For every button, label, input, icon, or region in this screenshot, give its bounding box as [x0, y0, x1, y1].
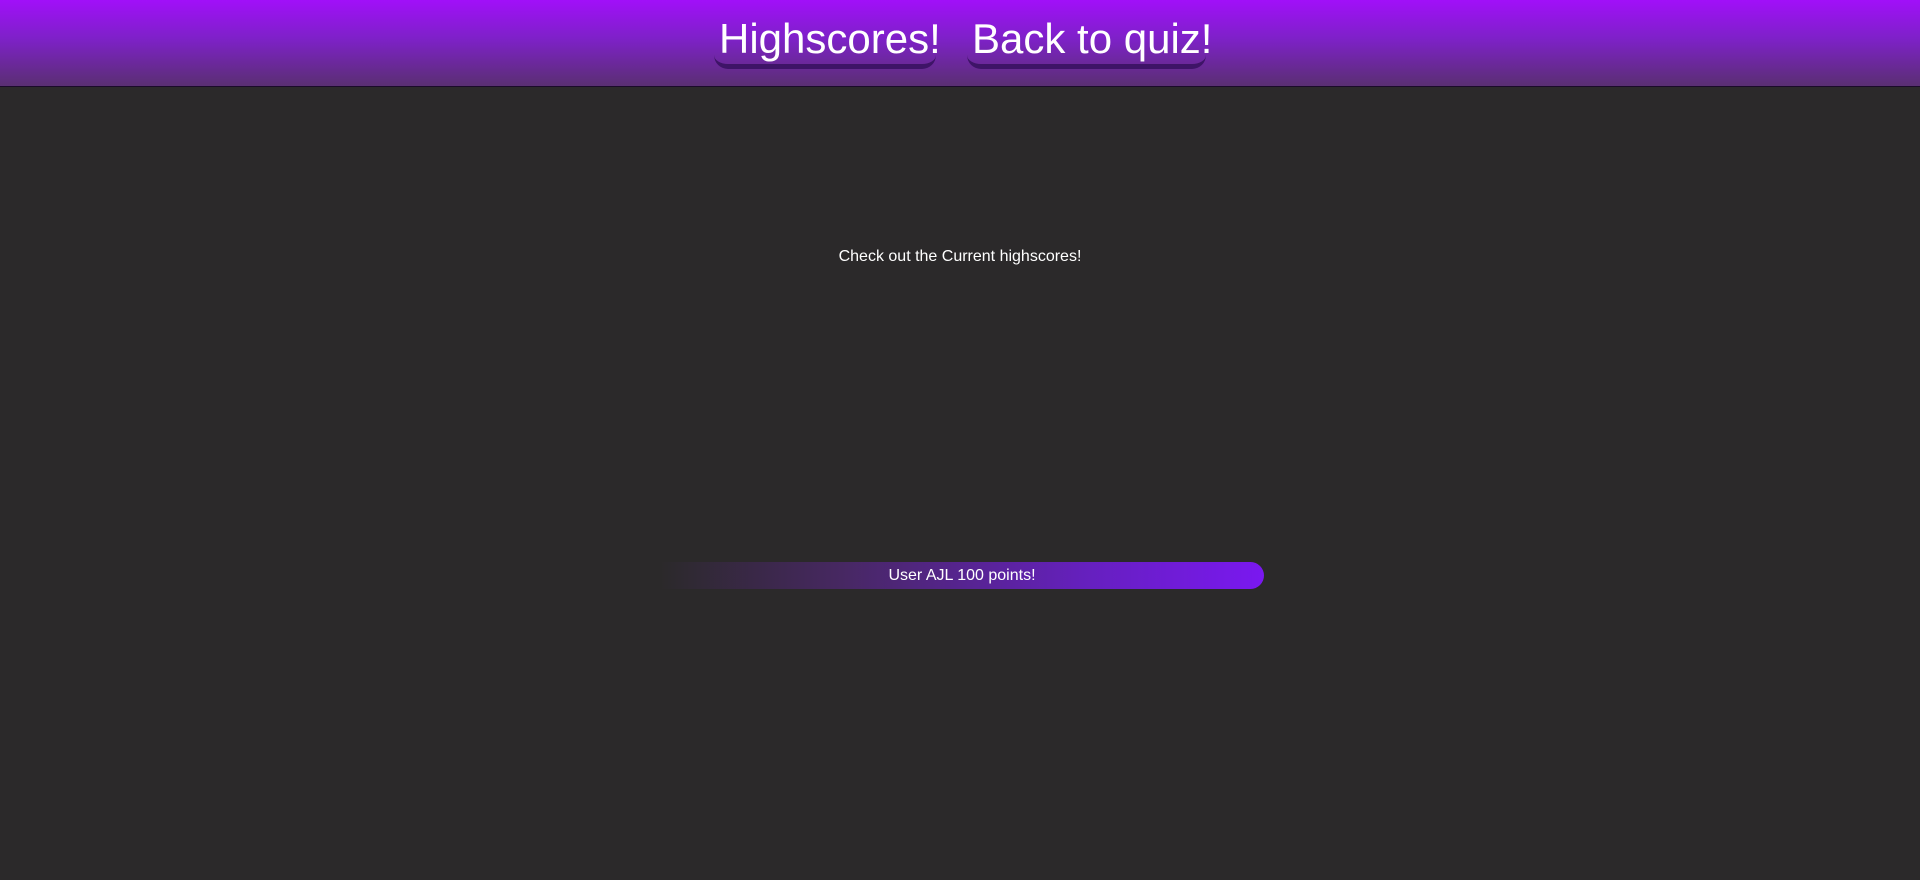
top-nav-bar: Highscores! Back to quiz! [0, 0, 1920, 87]
highscore-list: User AJL 100 points! [660, 562, 1264, 589]
back-to-quiz-button[interactable]: Back to quiz! [967, 14, 1212, 69]
page-heading: Check out the Current highscores! [838, 248, 1082, 265]
highscores-button[interactable]: Highscores! [714, 14, 941, 69]
highscore-entry: User AJL 100 points! [660, 562, 1264, 589]
